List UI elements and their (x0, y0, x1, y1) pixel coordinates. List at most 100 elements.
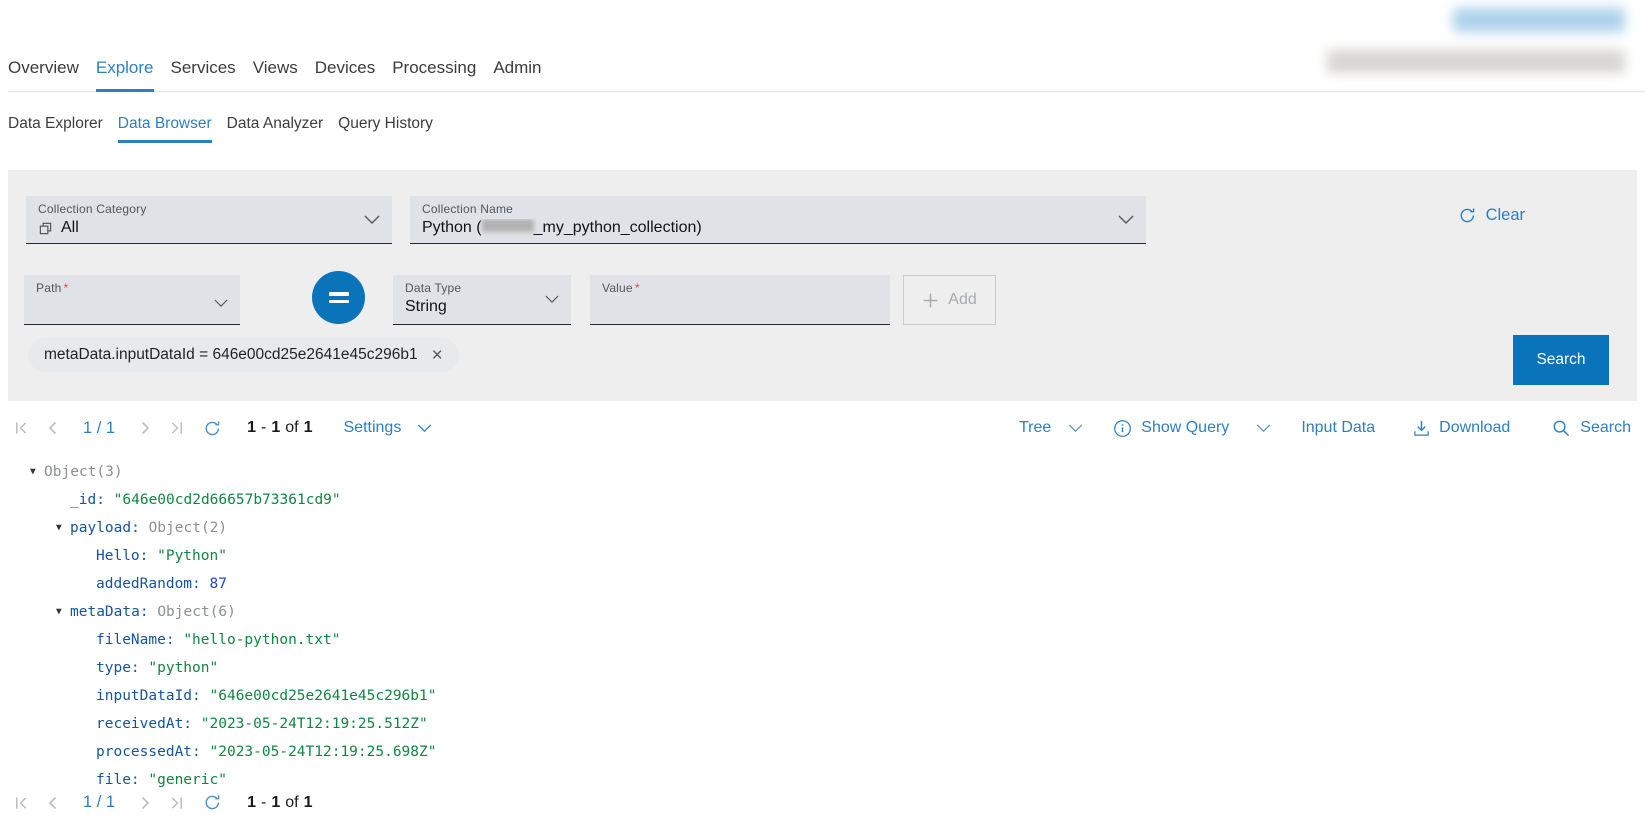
chevron-down-icon (214, 299, 228, 308)
tree-key: metaData: (70, 604, 157, 620)
tree-value: "python" (148, 660, 218, 676)
tree-key: file: (96, 772, 148, 788)
nav-services[interactable]: Services (171, 44, 236, 91)
tab-query-history[interactable]: Query History (338, 104, 433, 143)
first-page-icon[interactable] (14, 795, 29, 811)
tree-key: _id: (70, 492, 114, 508)
caret-icon[interactable]: ▼ (56, 598, 70, 625)
main-nav: Overview Explore Services Views Devices … (8, 44, 1645, 92)
tree-row: ▼type: "python" (0, 654, 1645, 682)
tab-data-browser[interactable]: Data Browser (118, 104, 212, 143)
next-page-icon[interactable] (140, 420, 152, 436)
chevron-down-icon (545, 295, 559, 304)
tree-key: processedAt: (96, 744, 210, 760)
nav-devices[interactable]: Devices (315, 44, 375, 91)
next-page-icon[interactable] (140, 795, 152, 811)
refresh-icon (1458, 206, 1477, 225)
path-select[interactable]: Path* (24, 275, 240, 325)
last-page-icon[interactable] (169, 795, 184, 811)
chevron-down-icon (1068, 424, 1083, 433)
chevron-down-icon (364, 215, 380, 225)
input-data-button[interactable]: Input Data (1301, 419, 1375, 437)
tree-value: "646e00cd25e2641e45c296b1" (210, 688, 437, 704)
data-type-value: String (405, 298, 447, 316)
download-icon (1413, 419, 1430, 437)
view-mode-value: Tree (1019, 419, 1051, 437)
collection-category-value: All (61, 219, 79, 237)
prev-page-icon[interactable] (46, 420, 58, 436)
chevron-down-icon (1256, 424, 1271, 433)
collection-category-label: Collection Category (38, 202, 380, 216)
tree-row: ▼Object(3) (0, 458, 1645, 486)
view-mode-select[interactable]: Tree (1019, 419, 1083, 437)
required-asterisk: * (635, 281, 640, 295)
tree-row: ▼file: "generic" (0, 766, 1645, 794)
data-browser-page: Overview Explore Services Views Devices … (0, 0, 1645, 833)
tree-key: type: (96, 660, 148, 676)
tree-key: payload: (70, 520, 149, 536)
settings-button[interactable]: Settings (344, 419, 433, 437)
operator-equals-button[interactable] (312, 271, 365, 324)
tree-row: ▼fileName: "hello-python.txt" (0, 626, 1645, 654)
add-condition-button[interactable]: Add (903, 275, 996, 325)
info-icon (1113, 419, 1132, 438)
collection-name-select[interactable]: Collection Name Python (_my_python_colle… (410, 196, 1146, 244)
nav-processing[interactable]: Processing (392, 44, 476, 91)
search-button[interactable]: Search (1513, 335, 1609, 385)
value-input[interactable]: Value* (590, 275, 890, 325)
result-count: 1-1of1 (247, 419, 312, 437)
toolbar-actions: Tree Show Query (1019, 419, 1631, 438)
caret-icon[interactable]: ▼ (56, 514, 70, 541)
refresh-results-icon[interactable] (203, 793, 222, 812)
tree-row: ▼Hello: "Python" (0, 542, 1645, 570)
tree-key: receivedAt: (96, 716, 201, 732)
tree-object-meta: Object(3) (44, 464, 123, 480)
collection-name-value: Python (_my_python_collection) (422, 219, 702, 237)
settings-label: Settings (344, 419, 402, 437)
filter-chip: metaData.inputDataId = 646e00cd25e2641e4… (28, 338, 459, 372)
value-label: Value* (602, 281, 878, 295)
sub-nav: Data Explorer Data Browser Data Analyzer… (8, 104, 433, 143)
tab-data-analyzer[interactable]: Data Analyzer (227, 104, 324, 143)
tree-value: "generic" (148, 772, 227, 788)
show-query-button[interactable]: Show Query (1113, 419, 1271, 438)
tree-value: "2023-05-24T12:19:25.512Z" (201, 716, 428, 732)
redacted-text (482, 219, 534, 232)
tree-object-meta: Object(6) (157, 604, 236, 620)
data-type-label: Data Type (405, 281, 559, 295)
nav-overview[interactable]: Overview (8, 44, 79, 91)
tree-row: ▼inputDataId: "646e00cd25e2641e45c296b1" (0, 682, 1645, 710)
caret-icon[interactable]: ▼ (30, 458, 44, 485)
download-label: Download (1439, 419, 1510, 437)
last-page-icon[interactable] (169, 420, 184, 436)
tree-row: ▼addedRandom: 87 (0, 570, 1645, 598)
nav-views[interactable]: Views (253, 44, 298, 91)
result-search-label: Search (1580, 419, 1631, 437)
tree-value: "hello-python.txt" (183, 632, 340, 648)
tab-data-explorer[interactable]: Data Explorer (8, 104, 103, 143)
clear-label: Clear (1486, 206, 1525, 225)
tree-row: ▼_id: "646e00cd2d66657b73361cd9" (0, 486, 1645, 514)
result-search-button[interactable]: Search (1552, 419, 1631, 438)
nav-admin[interactable]: Admin (493, 44, 541, 91)
download-button[interactable]: Download (1413, 419, 1510, 437)
bottom-pager: 1 / 1 1-1of1 (14, 793, 313, 812)
collection-category-select[interactable]: Collection Category All (26, 196, 392, 244)
input-data-label: Input Data (1301, 419, 1375, 437)
data-type-select[interactable]: Data Type String (393, 275, 571, 325)
chip-close-icon[interactable]: × (432, 346, 443, 365)
prev-page-icon[interactable] (46, 795, 58, 811)
chevron-down-icon (1118, 215, 1134, 225)
tree-key: fileName: (96, 632, 183, 648)
page-indicator: 1 / 1 (83, 793, 115, 812)
tree-value: "Python" (157, 548, 227, 564)
required-asterisk: * (64, 281, 69, 295)
tree-key: Hello: (96, 548, 157, 564)
tree-object-meta: Object(2) (149, 520, 228, 536)
clear-button[interactable]: Clear (1458, 206, 1525, 225)
nav-explore[interactable]: Explore (96, 44, 154, 91)
results-toolbar: 1 / 1 1-1of1 Settings (8, 402, 1637, 454)
first-page-icon[interactable] (14, 420, 29, 436)
tree-key: inputDataId: (96, 688, 210, 704)
refresh-results-icon[interactable] (203, 419, 222, 438)
